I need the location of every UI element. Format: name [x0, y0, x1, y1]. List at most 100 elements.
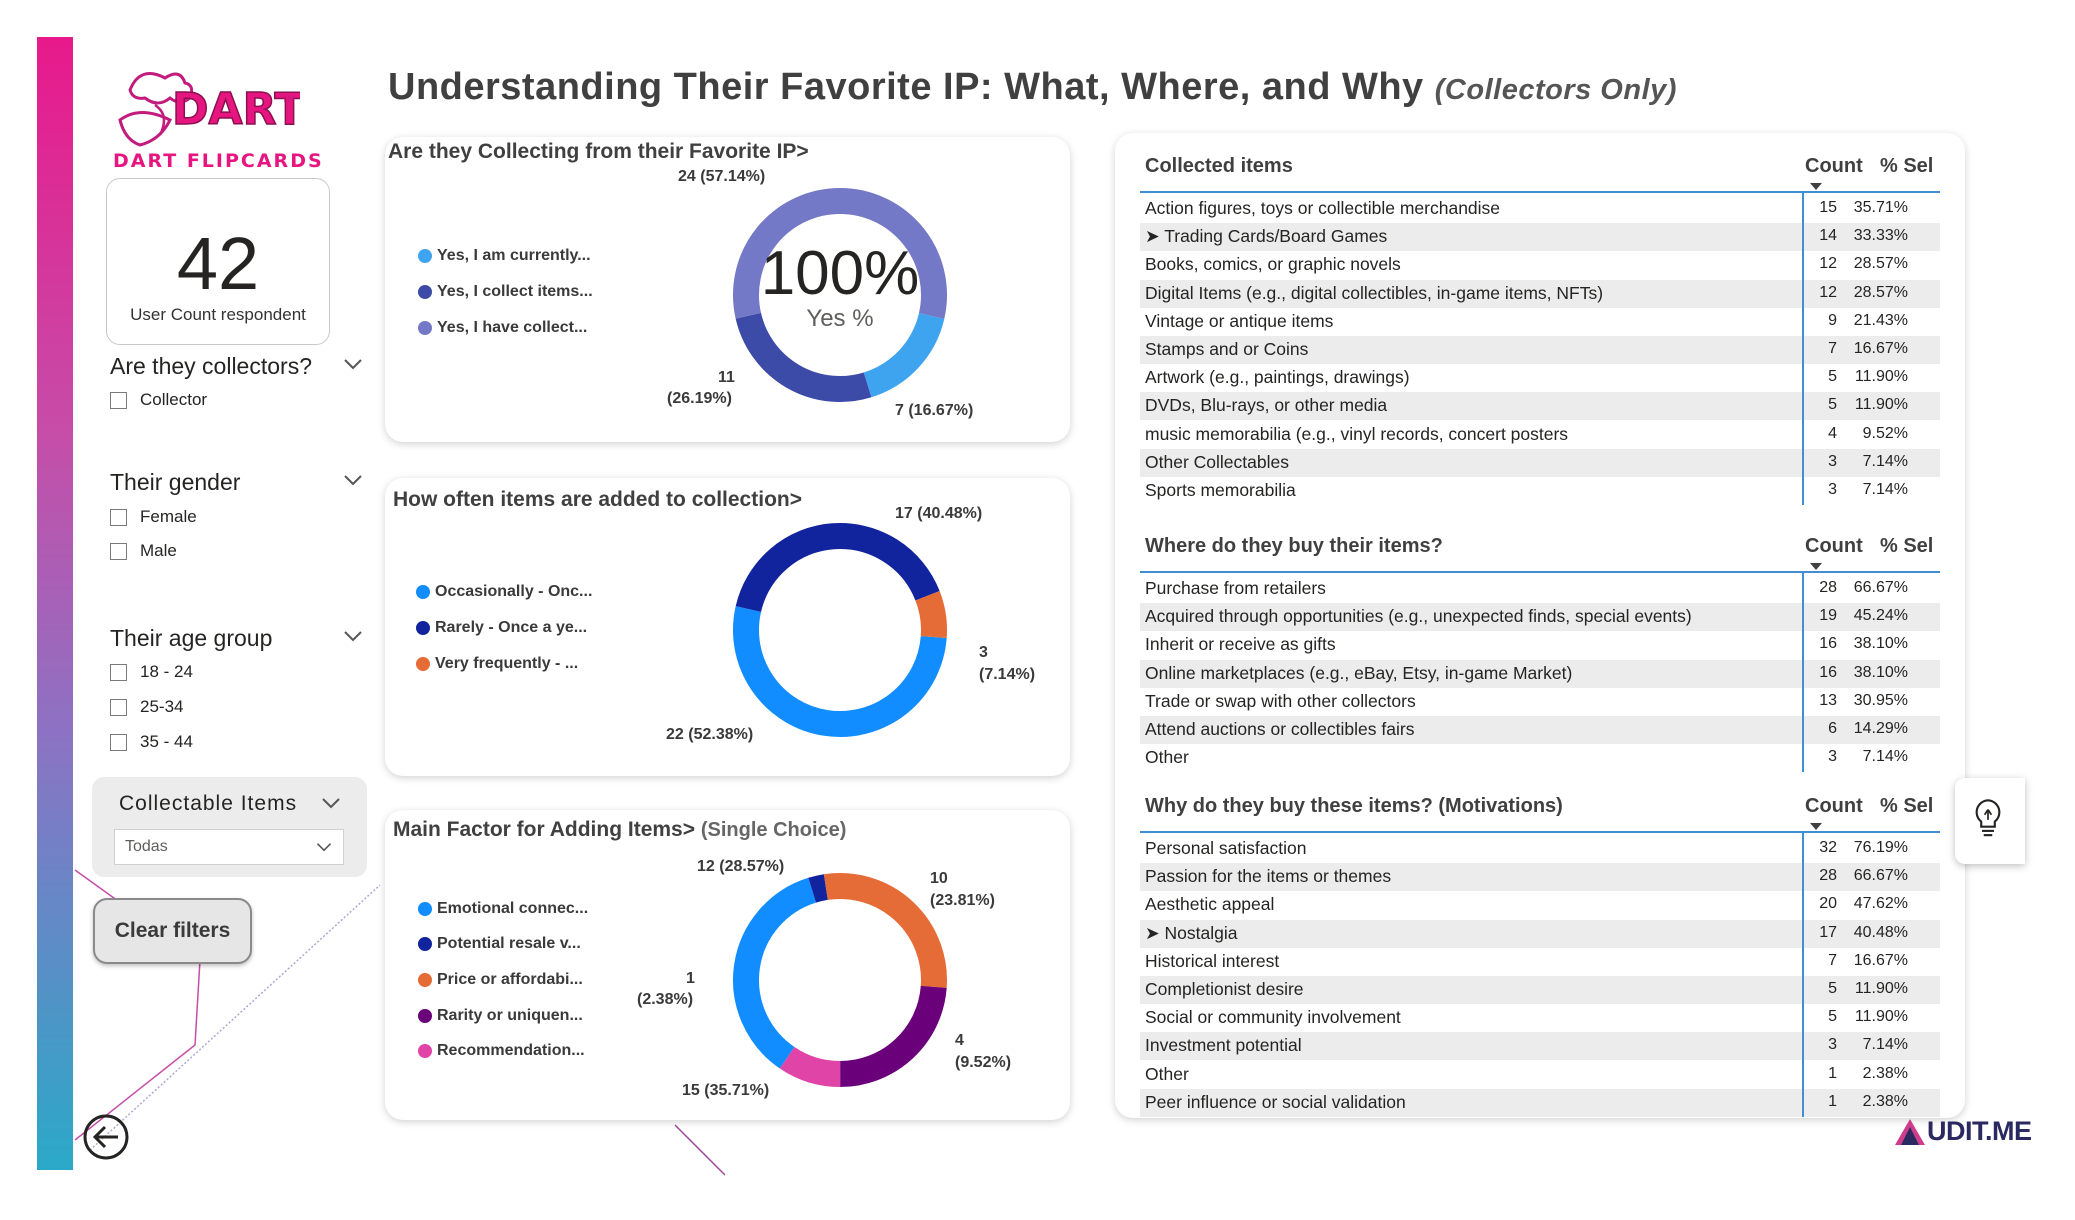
- chevron-down-icon[interactable]: [315, 841, 333, 853]
- legend-item[interactable]: Yes, I am currently...: [418, 247, 591, 265]
- donut-slice[interactable]: [733, 606, 947, 737]
- slicer-option-collector[interactable]: Collector: [110, 390, 207, 410]
- row-pct: 40.48%: [1853, 923, 1908, 941]
- checkbox[interactable]: [110, 698, 127, 716]
- chevron-down-icon[interactable]: [342, 357, 364, 371]
- table-row[interactable]: Stamps and or Coins 7 16.67%: [1140, 336, 1940, 364]
- donut-slice[interactable]: [915, 590, 947, 639]
- table-row[interactable]: Historical interest 7 16.67%: [1140, 948, 1940, 976]
- donut-slice[interactable]: [839, 985, 947, 1087]
- header-count[interactable]: Count: [1805, 535, 1863, 558]
- row-pct: 76.19%: [1853, 839, 1908, 856]
- table-row[interactable]: Completionist desire 5 11.90%: [1140, 976, 1940, 1004]
- donut-slice[interactable]: [823, 873, 947, 988]
- data-label: 3: [979, 644, 988, 661]
- row-count: 1: [1828, 1092, 1837, 1110]
- table-row[interactable]: Online marketplaces (e.g., eBay, Etsy, i…: [1140, 659, 1940, 688]
- donut-slice[interactable]: [735, 523, 940, 613]
- legend-dot: [418, 973, 432, 987]
- header-pct[interactable]: % Sel: [1880, 795, 1933, 818]
- table-row[interactable]: Social or community involvement 5 11.90%: [1140, 1004, 1940, 1032]
- header-divider: [1140, 571, 1940, 573]
- table-row[interactable]: Artwork (e.g., paintings, drawings) 5 11.9…: [1140, 364, 1940, 392]
- table-row[interactable]: DVDs, Blu-rays, or other media 5 11.90%: [1140, 392, 1940, 421]
- table-row[interactable]: Passion for the items or themes 28 66.67%: [1140, 863, 1940, 892]
- table-row[interactable]: ➤ Trading Cards/Board Games 14 33.33%: [1140, 223, 1940, 252]
- header-pct[interactable]: % Sel: [1880, 155, 1933, 178]
- donut-slice[interactable]: [779, 1046, 841, 1088]
- donut-slice[interactable]: [733, 877, 817, 1069]
- slicer-option-25-34[interactable]: 25-34: [110, 697, 183, 717]
- legend-item[interactable]: Recommendation...: [418, 1042, 585, 1060]
- checkbox[interactable]: [110, 733, 127, 751]
- sort-descending-icon[interactable]: [1810, 183, 1822, 190]
- slicer-option-male[interactable]: Male: [110, 541, 177, 561]
- table-row[interactable]: Personal satisfaction 32 76.19%: [1140, 835, 1940, 863]
- collectable-items-dropdown[interactable]: Todas: [114, 829, 344, 865]
- back-arrow-icon[interactable]: [82, 1113, 130, 1161]
- table-row[interactable]: Purchase from retailers 28 66.67%: [1140, 575, 1940, 603]
- legend-item[interactable]: Potential resale v...: [418, 935, 581, 953]
- table-row[interactable]: Aesthetic appeal 20 47.62%: [1140, 891, 1940, 919]
- checkbox[interactable]: [110, 391, 127, 409]
- table-row[interactable]: Vintage or antique items 9 21.43%: [1140, 308, 1940, 336]
- row-pct: 7.14%: [1862, 1036, 1908, 1054]
- donut-chart-frequency: [733, 523, 947, 737]
- table-row[interactable]: Peer influence or social validation 1 2.38…: [1140, 1088, 1940, 1117]
- page-title-main: Understanding Their Favorite IP: What, W…: [388, 66, 1424, 108]
- donut-slice[interactable]: [808, 874, 829, 903]
- table-row[interactable]: Other Collectables 3 7.14%: [1140, 448, 1940, 477]
- legend-label: Recommendation...: [437, 1042, 585, 1059]
- legend-item[interactable]: Price or affordabi...: [418, 971, 583, 989]
- header-pct[interactable]: % Sel: [1880, 535, 1933, 558]
- checkbox[interactable]: [110, 663, 127, 681]
- table-row[interactable]: Sports memorabilia 3 7.14%: [1140, 477, 1940, 505]
- legend-item[interactable]: Emotional connec...: [418, 900, 588, 918]
- chevron-down-icon[interactable]: [320, 796, 342, 810]
- table-row[interactable]: Inherit or receive as gifts 16 38.10%: [1140, 631, 1940, 659]
- legend-item[interactable]: Rarity or uniquen...: [418, 1007, 583, 1025]
- legend-dot: [418, 285, 432, 299]
- table-row[interactable]: Investment potential 3 7.14%: [1140, 1032, 1940, 1061]
- slicer-option-18-24[interactable]: 18 - 24: [110, 662, 193, 682]
- row-name: ➤ Trading Cards/Board Games: [1145, 226, 1388, 247]
- row-count: 28: [1819, 579, 1837, 596]
- row-pct: 7.14%: [1862, 481, 1908, 498]
- chevron-down-icon[interactable]: [342, 629, 364, 643]
- row-name: Aesthetic appeal: [1145, 894, 1275, 915]
- table-collected-items: Collected items Count % Sel Action figures,…: [1140, 145, 1940, 506]
- legend-item[interactable]: Yes, I collect items...: [418, 283, 593, 301]
- table-row[interactable]: Other 1 2.38%: [1140, 1061, 1940, 1089]
- slicer-option-female[interactable]: Female: [110, 507, 197, 527]
- table-row[interactable]: Other 3 7.14%: [1140, 744, 1940, 772]
- legend-item[interactable]: Yes, I have collect...: [418, 319, 587, 337]
- slicer-option-35-44[interactable]: 35 - 44: [110, 732, 193, 752]
- sort-descending-icon[interactable]: [1810, 823, 1822, 830]
- chart-title-text: Main Factor for Adding Items>: [393, 818, 695, 841]
- checkbox[interactable]: [110, 508, 127, 526]
- table-row[interactable]: Digital Items (e.g., digital collectible…: [1140, 279, 1940, 308]
- table-row[interactable]: Acquired through opportunities (e.g., un…: [1140, 603, 1940, 632]
- table-row[interactable]: Attend auctions or collectibles fairs 6 14…: [1140, 716, 1940, 744]
- table-row[interactable]: Trade or swap with other collectors 13 30.…: [1140, 688, 1940, 716]
- row-count: 32: [1819, 839, 1837, 856]
- slicer-title-age: Their age group: [110, 625, 273, 651]
- table-row[interactable]: Action figures, toys or collectible merc…: [1140, 195, 1940, 223]
- row-count: 28: [1819, 867, 1837, 885]
- legend-item[interactable]: Occasionally - Onc...: [416, 583, 592, 601]
- table-row[interactable]: ➤ Nostalgia 17 40.48%: [1140, 919, 1940, 948]
- header-count[interactable]: Count: [1805, 795, 1863, 818]
- checkbox[interactable]: [110, 542, 127, 560]
- insights-button[interactable]: [1955, 778, 2025, 864]
- lightbulb-icon: [1975, 799, 2001, 837]
- header-count[interactable]: Count: [1805, 155, 1863, 178]
- legend-item[interactable]: Rarely - Once a ye...: [416, 619, 587, 637]
- table-row[interactable]: Books, comics, or graphic novels 12 28.57%: [1140, 251, 1940, 279]
- data-label: 11: [718, 369, 735, 386]
- clear-filters-button[interactable]: Clear filters: [93, 898, 252, 964]
- table-row[interactable]: music memorabilia (e.g., vinyl records, …: [1140, 421, 1940, 449]
- chevron-down-icon[interactable]: [342, 473, 364, 487]
- legend-item[interactable]: Very frequently - ...: [416, 655, 578, 673]
- row-name: Historical interest: [1145, 950, 1280, 971]
- sort-descending-icon[interactable]: [1810, 563, 1822, 570]
